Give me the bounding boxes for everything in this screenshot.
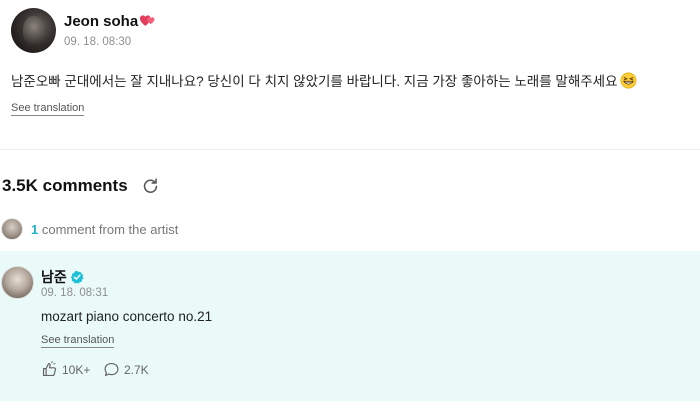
post-see-translation-link[interactable]: See translation — [11, 102, 85, 116]
post-body: 남준오빠 군대에서는 잘 지내나요? 당신이 다 치지 않았기를 바랍니다. 지… — [11, 70, 691, 90]
artist-avatar[interactable] — [1, 266, 34, 299]
artist-comment-date: 09. 18. 08:31 — [41, 287, 109, 299]
two-hearts-icon — [140, 15, 155, 26]
grinning-squint-face-icon — [620, 72, 636, 89]
comment-bubble-icon — [104, 362, 119, 377]
reply-count: 2.7K — [124, 362, 149, 377]
author-avatar[interactable] — [11, 8, 56, 53]
reply-button[interactable]: 2.7K — [103, 361, 149, 378]
post-detail-page: Jeon soha 09. 18. 08:30 남준오빠 군대에서는 잘 지내나… — [0, 0, 700, 401]
post-author-name[interactable]: Jeon soha — [64, 13, 138, 30]
artist-avatar-small[interactable] — [1, 218, 23, 240]
artist-comment-number: 1 — [31, 222, 39, 237]
artist-comment-notice-text: comment from the artist — [41, 222, 179, 237]
artist-see-translation-link[interactable]: See translation — [41, 334, 115, 348]
artist-name[interactable]: 남준 — [41, 267, 84, 287]
post-author[interactable]: Jeon soha — [64, 13, 157, 30]
verified-badge-icon — [70, 270, 84, 284]
post-body-text: 남준오빠 군대에서는 잘 지내나요? 당신이 다 치지 않았기를 바랍니다. 지… — [11, 74, 618, 89]
comments-count: 3.5K comments — [2, 176, 128, 195]
refresh-icon[interactable] — [142, 177, 159, 194]
post-date: 09. 18. 08:30 — [64, 36, 132, 48]
artist-comment-notice[interactable]: 1 comment from the artist — [31, 222, 178, 237]
like-count: 10K+ — [62, 362, 91, 377]
artist-comment-text: mozart piano concerto no.21 — [41, 309, 213, 324]
like-button[interactable]: 10K+ — [41, 361, 90, 378]
artist-name-text[interactable]: 남준 — [41, 269, 67, 285]
artist-comment: 남준 09. 18. 08:31 mozart piano concerto n… — [0, 251, 700, 401]
like-icon — [42, 361, 57, 377]
post: Jeon soha 09. 18. 08:30 남준오빠 군대에서는 잘 지내나… — [0, 0, 700, 150]
